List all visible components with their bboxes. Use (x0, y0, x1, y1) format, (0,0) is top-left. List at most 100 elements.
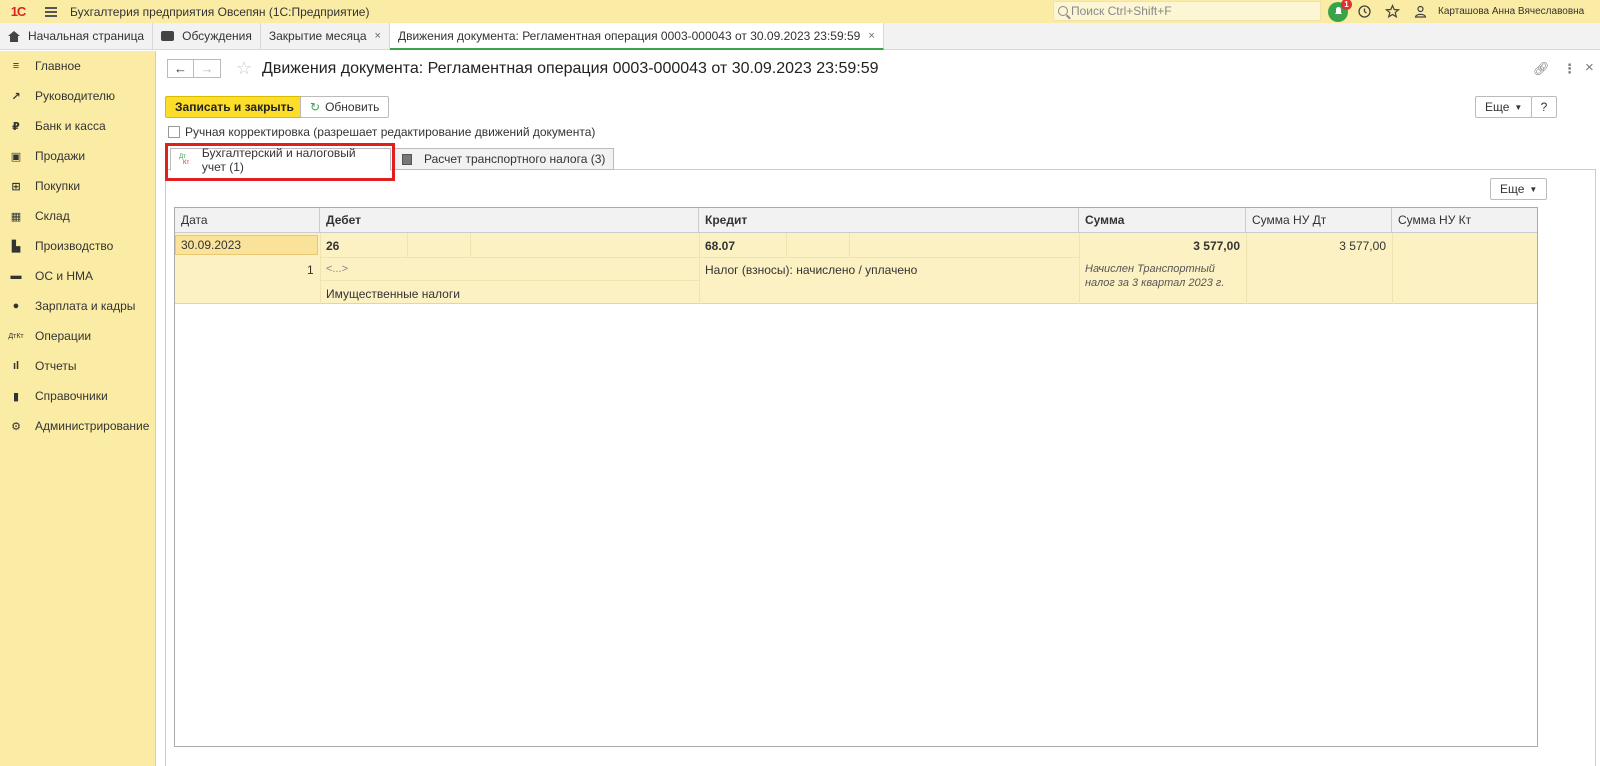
amount-cell[interactable]: 3 577,00 (1079, 239, 1240, 253)
sidebar-item-reports[interactable]: ıl Отчеты (0, 351, 155, 381)
column-header-amount-nu-dt[interactable]: Сумма НУ Дт (1246, 208, 1392, 233)
search-input[interactable]: Поиск Ctrl+Shift+F (1053, 1, 1321, 21)
menu-icon: ≡ (12, 60, 20, 72)
notifications-bell-icon[interactable]: 1 (1328, 0, 1352, 22)
truck-icon: ▬ (10, 270, 22, 282)
link-icon[interactable]: 🔗︎ (1533, 61, 1550, 77)
sidebar-item-warehouse[interactable]: ▦ Склад (0, 201, 155, 231)
back-button[interactable]: ← (167, 59, 194, 78)
sidebar-item-label: Администрирование (35, 419, 150, 433)
more-button[interactable]: Еще ▼ (1475, 96, 1533, 118)
tab-label: Движения документа: Регламентная операци… (397, 28, 861, 43)
sidebar-item-operations[interactable]: ДтКт Операции (0, 321, 155, 351)
sidebar-item-management[interactable]: ↗ Руководителю (0, 81, 155, 111)
column-header-credit[interactable]: Кредит (699, 208, 1079, 233)
page-title: Движения документа: Регламентная операци… (262, 60, 879, 77)
column-header-amount-nu-kt[interactable]: Сумма НУ Кт (1392, 208, 1537, 233)
sidebar-item-label: Справочники (35, 389, 108, 403)
tab-discussions[interactable]: Обсуждения (153, 23, 261, 49)
sidebar-item-administration[interactable]: ⚙ Администрирование (0, 411, 155, 441)
sidebar-item-label: Покупки (35, 179, 81, 193)
sidebar-item-catalogs[interactable]: ▮ Справочники (0, 381, 155, 411)
sidebar-item-fixed-assets[interactable]: ▬ ОС и НМА (0, 261, 155, 291)
more-label: Еще (1500, 182, 1525, 196)
date-cell[interactable]: 30.09.2023 (175, 235, 318, 255)
content-cell[interactable]: Начислен Транспортный налог за 3 квартал… (1085, 262, 1240, 290)
books-icon: ▮ (12, 390, 20, 403)
sidebar-item-main[interactable]: ≡ Главное (0, 51, 155, 81)
user-name[interactable]: Карташова Анна Вячеславовна (1438, 6, 1584, 17)
help-button[interactable]: ? (1531, 96, 1557, 118)
sidebar-item-label: Главное (35, 59, 81, 73)
tab-home[interactable]: Начальная страница (0, 23, 154, 49)
credit-subconto-1[interactable]: Налог (взносы): начислено / уплачено (705, 263, 917, 277)
1c-logo: 1С (4, 0, 32, 23)
sidebar-item-label: Зарплата и кадры (35, 299, 136, 313)
save-and-close-button[interactable]: Записать и закрыть (165, 96, 304, 118)
refresh-icon: ↻ (310, 100, 321, 114)
tab-label: Начальная страница (28, 29, 145, 43)
tab-label: Обсуждения (182, 29, 252, 43)
cart-icon: ⊞ (11, 180, 21, 193)
sidebar-item-label: Производство (35, 239, 114, 253)
debit-account[interactable]: 26 (326, 239, 339, 253)
gear-icon: ⚙ (11, 420, 21, 433)
tab-transport-tax[interactable]: Расчет транспортного налога (3) (393, 148, 615, 170)
tab-document-movements[interactable]: Движения документа: Регламентная операци… (389, 23, 884, 50)
credit-account[interactable]: 68.07 (705, 239, 735, 253)
column-header-debit[interactable]: Дебет (320, 208, 699, 233)
forward-button[interactable]: → (194, 59, 221, 78)
settings-menu-icon[interactable] (1596, 0, 1600, 23)
document-form: ← → ☆ Движения документа: Регламентная о… (156, 51, 1600, 766)
warehouse-icon: ▦ (10, 210, 22, 223)
search-icon (1058, 6, 1068, 16)
sidebar-item-label: Склад (35, 209, 70, 223)
sidebar-item-bank[interactable]: ₽ Банк и касса (0, 111, 155, 141)
main-menu-icon[interactable] (38, 0, 64, 23)
bag-icon: ▣ (10, 150, 22, 163)
manual-edit-label: Ручная корректировка (разрешает редактир… (185, 125, 596, 139)
amount-nu-dt-cell[interactable]: 3 577,00 (1246, 239, 1386, 253)
debit-subconto-2[interactable]: Имущественные налоги (326, 287, 460, 301)
debit-subconto-1[interactable]: <...> (326, 263, 348, 275)
tab-month-closing[interactable]: Закрытие месяца × (261, 23, 390, 49)
close-icon[interactable]: × (868, 30, 874, 42)
sidebar-item-label: Продажи (35, 149, 86, 163)
logo-text: 1С (10, 4, 27, 19)
refresh-button[interactable]: ↻ Обновить (300, 96, 390, 118)
notification-count-badge: 1 (1341, 0, 1352, 10)
column-header-amount[interactable]: Сумма (1079, 208, 1246, 233)
ruble-coin-icon: ₽ (12, 120, 20, 133)
annotation-highlight (165, 143, 395, 181)
trend-icon: ↗ (11, 90, 21, 103)
users-icon[interactable] (1408, 0, 1432, 23)
app-title: Бухгалтерия предприятия Овсепян (1С:Пред… (70, 4, 370, 19)
window-tabs-bar: Начальная страница Обсуждения Закрытие м… (0, 23, 1600, 50)
grid-more-button[interactable]: Еще ▼ (1490, 178, 1548, 200)
calculator-icon (402, 153, 412, 165)
dt-kt-icon: ДтКт (8, 332, 24, 340)
search-placeholder: Поиск Ctrl+Shift+F (1071, 4, 1172, 18)
line-number: 1 (307, 263, 314, 277)
sidebar-item-label: Операции (35, 329, 92, 343)
table-header: Дата Дебет Кредит Сумма Сумма НУ Дт Сумм… (175, 208, 1537, 233)
favorites-star-icon[interactable] (1380, 0, 1404, 23)
movements-table[interactable]: Дата Дебет Кредит Сумма Сумма НУ Дт Сумм… (174, 207, 1538, 747)
sidebar-item-sales[interactable]: ▣ Продажи (0, 141, 155, 171)
sidebar-item-production[interactable]: ▙ Производство (0, 231, 155, 261)
sidebar-item-label: Банк и касса (35, 119, 106, 133)
tab-label: Расчет транспортного налога (3) (424, 152, 606, 166)
history-icon[interactable] (1352, 0, 1376, 23)
column-header-date[interactable]: Дата (175, 208, 320, 233)
chat-icon (161, 31, 175, 41)
more-actions-icon[interactable]: ⋮ (1563, 61, 1576, 77)
table-row[interactable]: 30.09.2023 1 26 <...> Имущественные нало… (175, 233, 1537, 304)
close-form-icon[interactable]: × (1585, 59, 1594, 76)
sidebar-item-salary[interactable]: ● Зарплата и кадры (0, 291, 155, 321)
sidebar-item-purchases[interactable]: ⊞ Покупки (0, 171, 155, 201)
refresh-label: Обновить (325, 100, 380, 114)
close-icon[interactable]: × (375, 30, 381, 42)
app-header: 1С Бухгалтерия предприятия Овсепян (1С:П… (0, 0, 1600, 23)
manual-edit-checkbox[interactable] (168, 126, 180, 138)
favorite-star-icon[interactable]: ☆ (236, 58, 252, 79)
